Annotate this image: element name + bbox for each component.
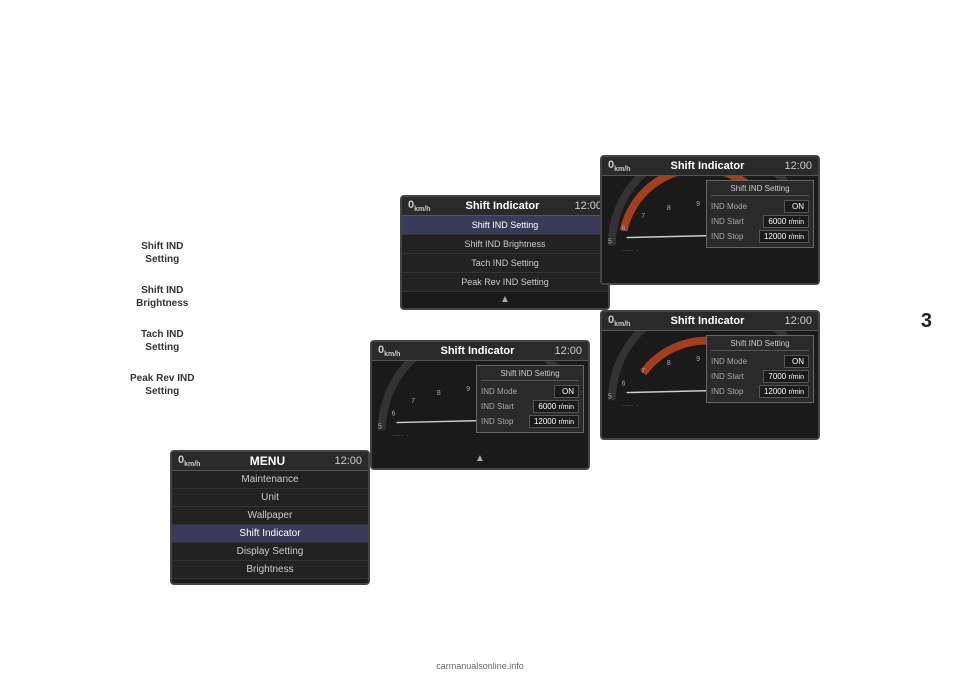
- tach-bl-ind-mode-value[interactable]: ON: [554, 385, 579, 398]
- tach-tr2-speed: 0km/h: [608, 314, 630, 328]
- svg-text:×1000 r/min: ×1000 r/min: [390, 434, 416, 436]
- menu-item-unit[interactable]: Unit: [172, 489, 368, 507]
- svg-text:5: 5: [378, 424, 382, 431]
- sidebar-label-shift-ind-brightness: Shift INDBrightness: [130, 284, 194, 310]
- tach-tr1-time: 12:00: [784, 160, 812, 172]
- svg-text:7: 7: [411, 398, 415, 405]
- menu-screen-header: 0km/h MENU 12:00: [172, 452, 368, 471]
- menu-speed: 0km/h: [178, 454, 200, 468]
- menu-item-display-setting[interactable]: Display Setting: [172, 543, 368, 561]
- shift-menu-time: 12:00: [574, 200, 602, 212]
- tach-screen-tr1: 0km/h Shift Indicator 12:00 5 6 7 8 9 10…: [600, 155, 820, 285]
- tach-bl-title: Shift Indicator: [440, 345, 514, 357]
- page-number: 3: [921, 310, 932, 333]
- shift-menu-speed: 0km/h: [408, 199, 430, 213]
- tach-tr1-ind-stop-row: IND Stop 12000 r/min: [711, 229, 809, 244]
- shift-menu-item-setting[interactable]: Shift IND Setting: [402, 216, 608, 235]
- tach-tr1-ind-mode-row: IND Mode ON: [711, 199, 809, 214]
- svg-text:8: 8: [667, 205, 671, 212]
- watermark: carmanualsonline.info: [0, 661, 960, 671]
- tach-tr2-ind-mode-label: IND Mode: [711, 357, 747, 366]
- tach-tr2-ind-stop-label: IND Stop: [711, 387, 743, 396]
- svg-text:5: 5: [608, 394, 612, 401]
- svg-text:×1000 r/min: ×1000 r/min: [620, 249, 646, 251]
- menu-item-wallpaper[interactable]: Wallpaper: [172, 507, 368, 525]
- tach-tr2-ind-start-label: IND Start: [711, 372, 744, 381]
- tach-tr1-ind-stop-value[interactable]: 12000 r/min: [759, 230, 809, 243]
- shift-indicator-menu-screen: 0km/h Shift Indicator 12:00 Shift IND Se…: [400, 195, 610, 310]
- tach-tr2-ind-mode-value[interactable]: ON: [784, 355, 809, 368]
- menu-item-maintenance[interactable]: Maintenance: [172, 471, 368, 489]
- tach-tr2-ind-start-row: IND Start 7000 r/min: [711, 369, 809, 384]
- tach-bl-ind-mode-row: IND Mode ON: [481, 384, 579, 399]
- svg-text:7: 7: [641, 368, 645, 375]
- svg-text:9: 9: [696, 201, 700, 208]
- tach-tr1-ind-mode-label: IND Mode: [711, 202, 747, 211]
- tach-tr1-ind-start-label: IND Start: [711, 217, 744, 226]
- tach-bl-ind-panel: Shift IND Setting IND Mode ON IND Start …: [476, 365, 584, 433]
- tach-bl-speed: 0km/h: [378, 344, 400, 358]
- menu-item-brightness[interactable]: Brightness: [172, 561, 368, 579]
- tach-tr1-ind-start-value[interactable]: 6000 r/min: [763, 215, 809, 228]
- tach-bl-ind-stop-label: IND Stop: [481, 417, 513, 426]
- tach-bl-ind-start-label: IND Start: [481, 402, 514, 411]
- tach-tr2-ind-panel: Shift IND Setting IND Mode ON IND Start …: [706, 335, 814, 403]
- tach-bl-ind-start-row: IND Start 6000 r/min: [481, 399, 579, 414]
- tach-tr2-ind-start-value[interactable]: 7000 r/min: [763, 370, 809, 383]
- svg-text:8: 8: [667, 360, 671, 367]
- tach-bl-ind-stop-value[interactable]: 12000 r/min: [529, 415, 579, 428]
- sidebar-label-peak-rev-setting: Peak Rev INDSetting: [130, 372, 194, 398]
- tach-tr2-ind-panel-title: Shift IND Setting: [711, 339, 809, 351]
- svg-text:9: 9: [696, 356, 700, 363]
- tach-bl-ind-panel-title: Shift IND Setting: [481, 369, 579, 381]
- tach-tr1-header: 0km/h Shift Indicator 12:00: [602, 157, 818, 176]
- tach-tr1-speed: 0km/h: [608, 159, 630, 173]
- sidebar-labels: Shift INDSetting Shift INDBrightness Tac…: [130, 240, 194, 398]
- tach-bl-ind-mode-label: IND Mode: [481, 387, 517, 396]
- tach-tr2-time: 12:00: [784, 315, 812, 327]
- svg-text:9: 9: [466, 386, 470, 393]
- tach-tr2-ind-stop-value[interactable]: 12000 r/min: [759, 385, 809, 398]
- svg-text:8: 8: [437, 390, 441, 397]
- shift-menu-item-peak[interactable]: Peak Rev IND Setting: [402, 273, 608, 292]
- shift-menu-item-tach[interactable]: Tach IND Setting: [402, 254, 608, 273]
- tach-tr1-ind-panel-title: Shift IND Setting: [711, 184, 809, 196]
- tach-tr1-title: Shift Indicator: [670, 160, 744, 172]
- shift-indicator-menu-header: 0km/h Shift Indicator 12:00: [402, 197, 608, 216]
- svg-text:×1000 r/min: ×1000 r/min: [620, 404, 646, 406]
- tach-tr2-ind-stop-row: IND Stop 12000 r/min: [711, 384, 809, 399]
- tach-tr1-ind-mode-value[interactable]: ON: [784, 200, 809, 213]
- tach-screen-bottom-left: 0km/h Shift Indicator 12:00 5 6 7 8 9 10…: [370, 340, 590, 470]
- tach-tr1-ind-start-row: IND Start 6000 r/min: [711, 214, 809, 229]
- menu-screen: 0km/h MENU 12:00 Maintenance Unit Wallpa…: [170, 450, 370, 585]
- tach-tr2-header: 0km/h Shift Indicator 12:00: [602, 312, 818, 331]
- menu-title: MENU: [250, 454, 285, 468]
- tach-bl-ind-stop-row: IND Stop 12000 r/min: [481, 414, 579, 429]
- svg-text:6: 6: [622, 381, 626, 388]
- tach-bl-header: 0km/h Shift Indicator 12:00: [372, 342, 588, 361]
- tach-bl-ind-start-value[interactable]: 6000 r/min: [533, 400, 579, 413]
- tach-tr1-ind-panel: Shift IND Setting IND Mode ON IND Start …: [706, 180, 814, 248]
- svg-text:6: 6: [622, 226, 626, 233]
- tach-tr2-title: Shift Indicator: [670, 315, 744, 327]
- tach-tr1-ind-stop-label: IND Stop: [711, 232, 743, 241]
- shift-menu-item-brightness[interactable]: Shift IND Brightness: [402, 235, 608, 254]
- tach-tr2-ind-mode-row: IND Mode ON: [711, 354, 809, 369]
- shift-menu-list: Shift IND Setting Shift IND Brightness T…: [402, 216, 608, 292]
- menu-list: Maintenance Unit Wallpaper Shift Indicat…: [172, 471, 368, 579]
- menu-item-shift-indicator[interactable]: Shift Indicator: [172, 525, 368, 543]
- tach-bl-arrow-up[interactable]: ▲: [475, 453, 485, 464]
- shift-menu-arrow: ▲: [402, 292, 608, 307]
- tach-bl-time: 12:00: [554, 345, 582, 357]
- svg-text:7: 7: [641, 213, 645, 220]
- sidebar-label-tach-ind-setting: Tach INDSetting: [130, 328, 194, 354]
- sidebar-label-shift-ind-setting: Shift INDSetting: [130, 240, 194, 266]
- svg-text:6: 6: [392, 411, 396, 418]
- shift-menu-title: Shift Indicator: [465, 200, 539, 212]
- tach-screen-tr2: 0km/h Shift Indicator 12:00 5 6 7 8 9 10…: [600, 310, 820, 440]
- svg-text:5: 5: [608, 239, 612, 246]
- menu-time: 12:00: [334, 455, 362, 467]
